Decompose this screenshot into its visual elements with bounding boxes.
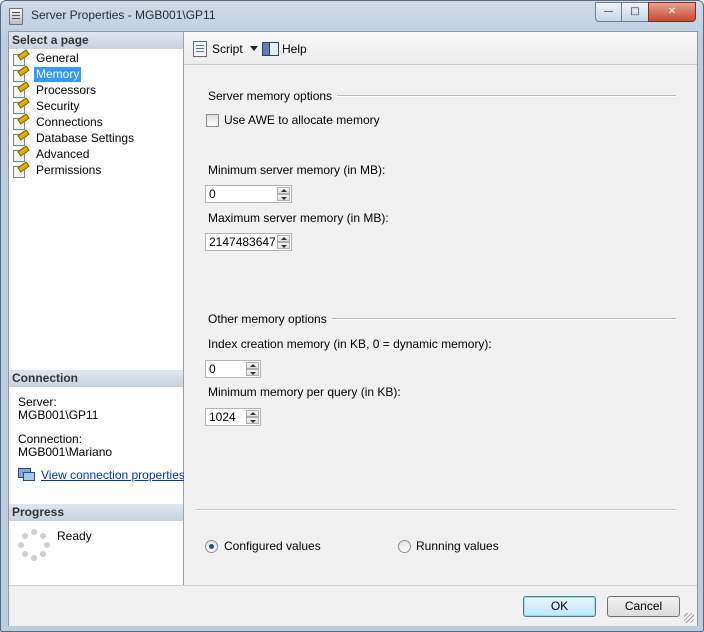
page-icon bbox=[13, 145, 30, 162]
server-label: Server: bbox=[18, 395, 57, 409]
min-memory-per-query-label: Minimum memory per query (in KB): bbox=[208, 385, 401, 399]
spin-down-icon[interactable] bbox=[277, 194, 290, 201]
page-item-label: Permissions bbox=[36, 163, 102, 177]
other-memory-group-label: Other memory options bbox=[208, 312, 332, 326]
min-memory-per-query-spin[interactable] bbox=[246, 410, 259, 424]
page-icon bbox=[13, 65, 30, 82]
resize-grip-icon[interactable] bbox=[684, 613, 694, 623]
page-icon bbox=[13, 129, 30, 146]
spin-down-icon[interactable] bbox=[246, 417, 259, 424]
connection-label: Connection: bbox=[18, 432, 83, 446]
min-memory-per-query-input[interactable] bbox=[207, 410, 247, 424]
server-value: MGB001\GP11 bbox=[18, 408, 99, 422]
progress-spinner-icon bbox=[18, 529, 50, 561]
page-icon bbox=[13, 161, 30, 178]
cancel-button[interactable]: Cancel bbox=[607, 596, 680, 617]
page-item-label: Memory bbox=[34, 67, 82, 82]
page-item-label: Processors bbox=[36, 83, 97, 97]
window-title: Server Properties - MGB001\GP11 bbox=[31, 8, 216, 22]
left-pane: Select a page General Memory Processors … bbox=[9, 32, 185, 585]
page-item-label: Security bbox=[36, 99, 80, 113]
title-bar[interactable]: Server Properties - MGB001\GP11 — □ ✕ bbox=[1, 1, 703, 31]
running-values-radio[interactable] bbox=[398, 540, 411, 553]
help-book-icon bbox=[262, 41, 279, 56]
select-page-header: Select a page bbox=[9, 32, 183, 49]
server-properties-window: Server Properties - MGB001\GP11 — □ ✕ Se… bbox=[0, 0, 704, 632]
close-button[interactable]: ✕ bbox=[648, 2, 696, 22]
index-creation-memory-stepper[interactable] bbox=[205, 360, 261, 378]
progress-header: Progress bbox=[9, 504, 183, 521]
min-server-memory-input[interactable] bbox=[207, 187, 277, 201]
page-icon bbox=[13, 97, 30, 114]
max-server-memory-input[interactable] bbox=[207, 235, 277, 249]
page-item-label: Advanced bbox=[36, 147, 90, 161]
min-server-memory-spin[interactable] bbox=[277, 187, 290, 201]
spin-down-icon[interactable] bbox=[277, 242, 290, 249]
page-icon bbox=[13, 81, 30, 98]
min-server-memory-stepper[interactable] bbox=[205, 185, 292, 203]
chevron-down-icon[interactable] bbox=[250, 46, 258, 51]
view-connection-properties-link[interactable]: View connection properties bbox=[41, 468, 185, 482]
max-server-memory-spin[interactable] bbox=[277, 235, 290, 249]
connection-value: MGB001\Mariano bbox=[18, 445, 113, 459]
connection-header: Connection bbox=[9, 370, 183, 387]
index-creation-memory-label: Index creation memory (in KB, 0 = dynami… bbox=[208, 337, 492, 351]
configured-values-radio[interactable] bbox=[205, 540, 218, 553]
max-server-memory-stepper[interactable] bbox=[205, 233, 292, 251]
dialog-button-bar: OK Cancel bbox=[9, 585, 697, 626]
server-properties-icon bbox=[9, 8, 23, 25]
page-item-label: Database Settings bbox=[36, 131, 135, 145]
spin-up-icon[interactable] bbox=[277, 187, 290, 194]
page-item-label: Connections bbox=[36, 115, 103, 129]
page-icon bbox=[13, 113, 30, 130]
script-label: Script bbox=[212, 42, 243, 56]
script-button[interactable]: Script bbox=[192, 40, 262, 58]
page-icon bbox=[13, 49, 30, 66]
min-memory-per-query-stepper[interactable] bbox=[205, 408, 261, 426]
ok-button[interactable]: OK bbox=[523, 596, 596, 617]
use-awe-checkbox[interactable] bbox=[206, 114, 219, 127]
page-item-label: General bbox=[36, 51, 79, 65]
help-button[interactable]: Help bbox=[262, 40, 312, 58]
script-icon bbox=[192, 41, 207, 57]
toolbar: Script Help bbox=[184, 32, 697, 65]
min-server-memory-label: Minimum server memory (in MB): bbox=[208, 163, 386, 177]
maximize-button[interactable]: □ bbox=[621, 2, 649, 22]
connection-properties-icon bbox=[18, 468, 35, 481]
dialog-client-area: Select a page General Memory Processors … bbox=[8, 31, 698, 626]
server-memory-group-label: Server memory options bbox=[208, 89, 338, 103]
index-creation-memory-input[interactable] bbox=[207, 362, 247, 376]
spin-up-icon[interactable] bbox=[277, 235, 290, 242]
minimize-button[interactable]: — bbox=[595, 2, 622, 22]
max-server-memory-label: Maximum server memory (in MB): bbox=[208, 211, 389, 225]
spin-up-icon[interactable] bbox=[246, 362, 259, 369]
configured-values-label[interactable]: Configured values bbox=[224, 539, 321, 553]
spin-down-icon[interactable] bbox=[246, 369, 259, 376]
index-creation-memory-spin[interactable] bbox=[246, 362, 259, 376]
separator bbox=[196, 509, 676, 511]
memory-page: Script Help Server memory options Use AW… bbox=[184, 32, 697, 585]
use-awe-label[interactable]: Use AWE to allocate memory bbox=[224, 113, 380, 127]
help-label: Help bbox=[282, 42, 307, 56]
running-values-label[interactable]: Running values bbox=[416, 539, 499, 553]
progress-status: Ready bbox=[57, 529, 92, 543]
spin-up-icon[interactable] bbox=[246, 410, 259, 417]
